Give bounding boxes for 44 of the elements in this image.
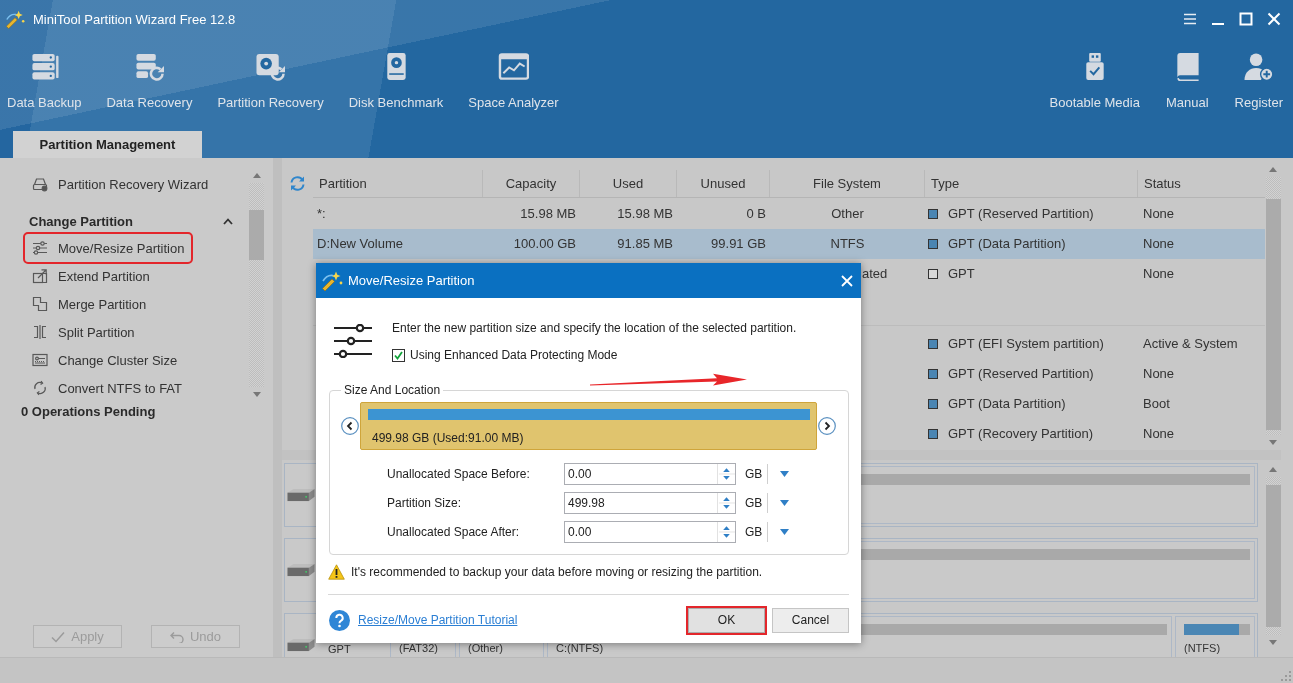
partition-label: C:(NTFS) [556,642,604,655]
table-cell-text: 91.85 MB [617,235,673,253]
unit-label: GB [745,525,763,539]
unit-label: GB [745,467,763,481]
group-title: Size And Location [343,382,442,398]
table-cell-text: 100.00 GB [513,235,576,253]
partition-size-label: 499.98 GB (Used:91.00 MB) [371,431,524,445]
dialog-title: Move/Resize Partition [348,273,475,288]
dialog-description: Enter the new partition size and specify the location of the selected partition. [392,320,797,336]
table-cell-text: GPT (Data Partition) [948,395,1066,413]
disk-type-label: GPT [328,642,351,655]
table-cell-text: 15.98 MB [520,205,576,223]
table-cell-text: ated [862,265,888,283]
section-title: Change Partition [29,213,133,229]
table-cell-text: Active & System [1143,335,1238,353]
table-cell-text: GPT (Recovery Partition) [948,425,1093,443]
field-label: Partition Size: [387,496,463,510]
table-cell-text: 99.91 GB [711,235,766,253]
table-cell-text: GPT (Reserved Partition) [948,205,1094,223]
table-cell-text: GPT (Data Partition) [948,235,1066,253]
field-label: Unallocated Space After: [387,525,521,539]
table-cell-text: Boot [1143,395,1170,413]
table-cell-text: None [1143,365,1175,383]
table-cell-text: None [1143,425,1175,443]
table-cell-text: NTFS [830,235,865,253]
table-cell-text: None [1143,235,1175,253]
table-cell-text: 0 B [746,205,766,223]
window-title: MiniTool Partition Wizard Free 12.8 [33,11,236,27]
table-cell-text: *: [317,205,326,223]
table-cell-text: GPT (Reserved Partition) [948,365,1094,383]
table-cell-text: None [1143,265,1175,283]
partition-label: (NTFS) [1184,642,1221,655]
table-cell-text: GPT [948,265,975,283]
table-cell-text: GPT (EFI System partition) [948,335,1104,353]
table-cell-text: Other [831,205,864,223]
table-cell-text: None [1143,205,1175,223]
partition-label: (Other) [468,642,503,655]
warning-text: It's recommended to backup your data before moving or resizing the partition. [351,564,763,579]
table-cell-text: D:New Volume [317,235,403,253]
table-cell-text: 15.98 MB [617,205,673,223]
field-label: Unallocated Space Before: [387,467,531,481]
partition-label: (FAT32) [399,642,438,655]
operations-pending-label: 0 Operations Pending [21,403,156,421]
unit-label: GB [745,496,763,510]
